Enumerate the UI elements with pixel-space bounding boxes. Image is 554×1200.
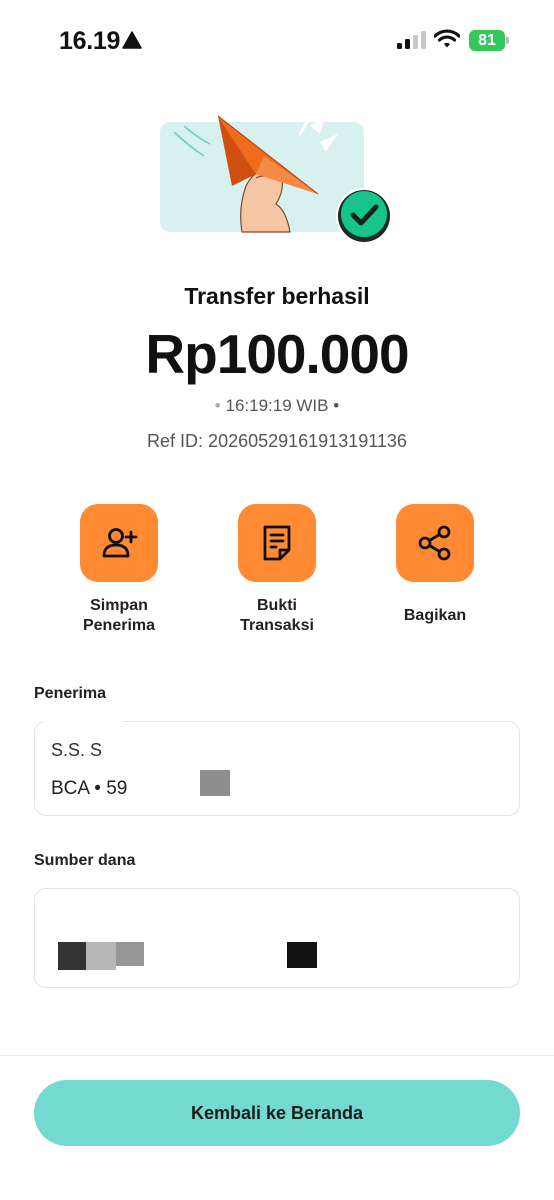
share-icon-box — [396, 504, 474, 582]
notification-triangle-icon — [122, 31, 142, 49]
redaction-block — [58, 942, 86, 970]
redaction-mask — [43, 718, 123, 742]
transaction-proof-label: Bukti Transaksi — [240, 597, 314, 634]
back-to-home-button[interactable]: Kembali ke Beranda — [34, 1080, 520, 1146]
transfer-amount: Rp100.000 — [145, 323, 409, 385]
recipient-account: BCA • 59 — [51, 778, 128, 799]
save-recipient-button[interactable]: Simpan Penerima — [39, 504, 199, 636]
battery-tip — [506, 37, 509, 44]
transfer-time: 16:19:19 WIB — [225, 396, 329, 415]
source-section-label: Sumber dana — [34, 852, 136, 869]
add-user-icon — [102, 528, 138, 558]
reference-id: Ref ID: 20260529161913191136 — [147, 431, 407, 451]
recipient-card: S.S. S BCA • 59 — [34, 718, 520, 816]
battery-indicator: 81 — [469, 30, 509, 51]
status-bar: 16.19 81 — [0, 0, 554, 84]
recipient-section-label: Penerima — [34, 685, 107, 702]
redaction-block — [200, 770, 230, 796]
save-recipient-icon-box — [80, 504, 158, 582]
redaction-block — [86, 942, 116, 970]
save-recipient-label: Simpan Penerima — [82, 597, 156, 634]
battery-level: 81 — [469, 30, 505, 51]
redaction-block — [116, 942, 144, 966]
receipt-icon — [263, 525, 291, 561]
wifi-icon — [434, 29, 460, 48]
cellular-signal-icon — [397, 31, 426, 49]
transfer-timestamp: • 16:19:19 WIB • — [214, 396, 340, 415]
redaction-block — [287, 942, 317, 968]
recipient-name: S.S. S — [51, 740, 103, 760]
status-time: 16.19 — [59, 27, 121, 55]
share-icon — [418, 525, 451, 561]
source-of-funds-card — [34, 888, 520, 988]
transfer-success-illustration — [160, 114, 392, 244]
share-label: Bagikan — [403, 607, 467, 624]
transaction-proof-icon-box — [238, 504, 316, 582]
transfer-status-title: Transfer berhasil — [184, 283, 370, 309]
transaction-proof-button[interactable]: Bukti Transaksi — [197, 504, 357, 636]
share-button[interactable]: Bagikan — [355, 504, 515, 626]
